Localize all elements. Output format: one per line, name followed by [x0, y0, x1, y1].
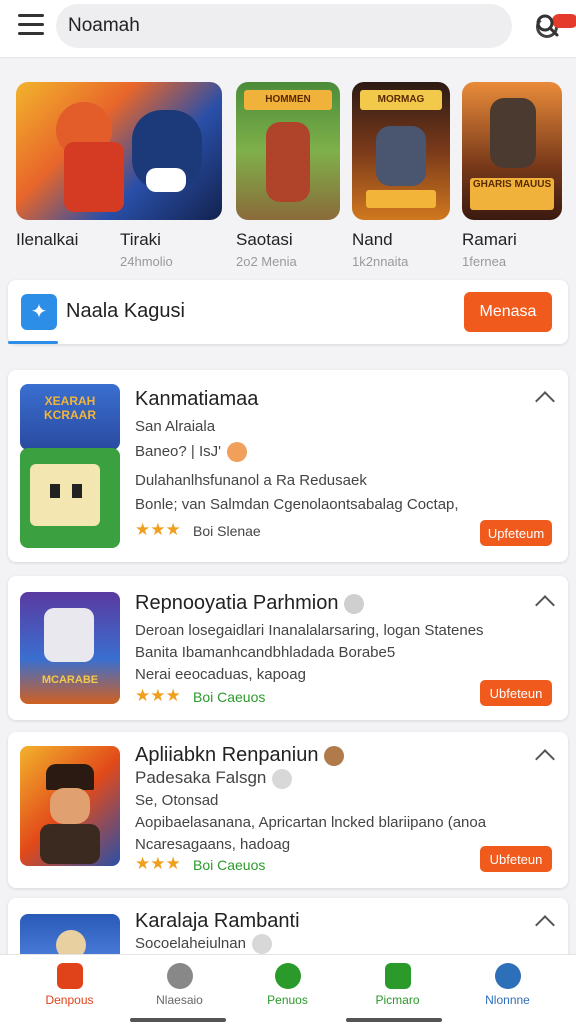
- app-banner-title: XEARAH KCRAAR: [44, 394, 96, 422]
- rating-label: Boi Slenae: [193, 523, 261, 539]
- app-description: Ncaresagaans, hadoag: [135, 836, 291, 853]
- chevron-up-icon[interactable]: [535, 595, 555, 615]
- promo-card[interactable]: ✦ Naala Kagusi Menasa: [8, 280, 568, 344]
- hamburger-menu-icon[interactable]: [18, 14, 44, 36]
- search-icon[interactable]: [534, 12, 560, 38]
- featured-game-title: Nand: [352, 230, 393, 249]
- app-card[interactable]: MCARABE Repnooyatia Parhmion Deroan lose…: [8, 576, 568, 720]
- nav-item-games[interactable]: Penuos: [230, 955, 345, 1024]
- avatar-icon: [324, 745, 345, 766]
- app-description: Aopibaelasanana, Apricartan lncked blari…: [135, 814, 487, 831]
- app-developer: Se, Otonsad: [135, 792, 219, 809]
- rating-stars: ★★★: [135, 686, 181, 705]
- game-artwork: MORMAG: [352, 82, 450, 220]
- featured-game-subtitle: 24hmolio: [120, 254, 173, 269]
- game-art-title: MORMAG: [360, 90, 442, 110]
- gamepad-icon: [274, 963, 301, 989]
- featured-game-subtitle: 1fernea: [462, 254, 507, 269]
- nav-item-apps[interactable]: Picmaro: [340, 955, 455, 1024]
- app-developer: Socoelaheiulnan: [135, 934, 272, 954]
- featured-game-title: Saotasi: [236, 230, 293, 249]
- search-bar[interactable]: [56, 4, 576, 48]
- app-title: Repnooyatia Parhmion: [135, 592, 365, 615]
- nav-label: Nlaesaio: [156, 993, 203, 1007]
- game-artwork: HOMMEN: [236, 82, 340, 220]
- update-button[interactable]: Ubfeteun: [480, 846, 552, 872]
- app-card[interactable]: XEARAH KCRAAR Kanmatiamaa San Alraiala B…: [8, 370, 568, 562]
- search-input[interactable]: [68, 12, 448, 40]
- promo-action-button[interactable]: Menasa: [464, 292, 552, 332]
- app-description: Nerai eeocaduas, kapoag: [135, 666, 306, 683]
- app-meta: Baneo? | IsJ': [135, 442, 247, 462]
- app-title: Kanmatiamaa: [135, 388, 259, 410]
- promo-indicator: [8, 341, 58, 344]
- nav-label: Nlonnne: [485, 993, 530, 1007]
- app-icon-title: MCARABE: [41, 674, 99, 686]
- rating-stars: ★★★: [135, 520, 181, 539]
- update-button[interactable]: Ubfeteun: [480, 680, 552, 706]
- game-artwork: [16, 82, 222, 220]
- store-icon: [56, 963, 83, 989]
- featured-game-title: Tiraki: [120, 230, 161, 249]
- coin-icon: [226, 442, 247, 462]
- app-description: Banita Ibamanhcandbhladada Borabe5: [135, 644, 396, 661]
- rating-label: Boi Caeuos: [193, 689, 266, 705]
- gesture-bar-left: [130, 1018, 226, 1022]
- top-bar: [0, 0, 576, 58]
- featured-game-subtitle: 1k2nnaita: [352, 254, 409, 269]
- app-icon: MCARABE: [20, 592, 120, 704]
- globe-icon: [272, 768, 293, 789]
- globe-icon: [251, 934, 272, 954]
- game-art-title: GHARIS MAUUS: [470, 178, 554, 210]
- nav-label: Penuos: [267, 993, 308, 1007]
- chat-icon: [166, 963, 193, 989]
- rating-label: Boi Caeuos: [193, 857, 266, 873]
- app-subtitle: Padesaka Falsgn: [135, 768, 293, 789]
- bottom-navigation: Denpous Nlaesaio Penuos Picmaro Nlonnne: [0, 954, 576, 1024]
- app-icon: [20, 448, 120, 548]
- nav-item-home[interactable]: Denpous: [12, 955, 127, 1024]
- featured-game-3[interactable]: HOMMEN Saotasi 2o2 Menia: [236, 82, 340, 269]
- featured-game-1[interactable]: Ilenalkai: [16, 82, 222, 249]
- featured-game-subtitle: 2o2 Menia: [236, 254, 297, 269]
- promo-title: Naala Kagusi: [66, 300, 185, 322]
- globe-icon: [344, 593, 365, 614]
- featured-game-5[interactable]: GHARIS MAUUS Ramari 1fernea: [462, 82, 562, 269]
- app-description: Deroan losegaidlari Inanalalarsaring, lo…: [135, 622, 484, 639]
- app-card[interactable]: Apliiabkn Renpaniun Padesaka Falsgn Se, …: [8, 732, 568, 888]
- chevron-up-icon[interactable]: [535, 749, 555, 769]
- person-icon: [494, 963, 521, 989]
- gesture-bar-right: [346, 1018, 442, 1022]
- app-developer: San Alraiala: [135, 418, 216, 435]
- featured-game-4[interactable]: MORMAG Nand 1k2nnaita: [352, 82, 450, 269]
- apps-icon: [384, 963, 411, 989]
- app-description: Dulahanlhsfunanol a Ra Redusaek: [135, 472, 367, 489]
- nav-item-profile[interactable]: Nlonnne: [450, 955, 565, 1024]
- chevron-up-icon[interactable]: [535, 915, 555, 935]
- featured-games-row: Ilenalkai Tiraki 24hmolio HOMMEN Saotasi…: [0, 72, 576, 272]
- rating-stars: ★★★: [135, 854, 181, 873]
- app-icon: [20, 746, 120, 866]
- game-art-title: HOMMEN: [244, 90, 332, 110]
- featured-game-title: Ramari: [462, 230, 517, 249]
- nav-label: Denpous: [45, 993, 94, 1007]
- app-banner-image: XEARAH KCRAAR: [20, 384, 120, 450]
- app-description: Bonle; van Salmdan Cgenolaontsabalag Coc…: [135, 496, 459, 513]
- game-artwork: GHARIS MAUUS: [462, 82, 562, 220]
- chevron-up-icon[interactable]: [535, 391, 555, 411]
- nav-item-messages[interactable]: Nlaesaio: [122, 955, 237, 1024]
- app-title: Karalaja Rambanti: [135, 910, 300, 932]
- nav-label: Picmaro: [375, 993, 420, 1007]
- app-store-icon: ✦: [21, 294, 57, 330]
- app-title: Apliiabkn Renpaniun: [135, 744, 345, 767]
- featured-game-title: Ilenalkai: [16, 230, 79, 249]
- update-button[interactable]: Upfeteum: [480, 520, 552, 546]
